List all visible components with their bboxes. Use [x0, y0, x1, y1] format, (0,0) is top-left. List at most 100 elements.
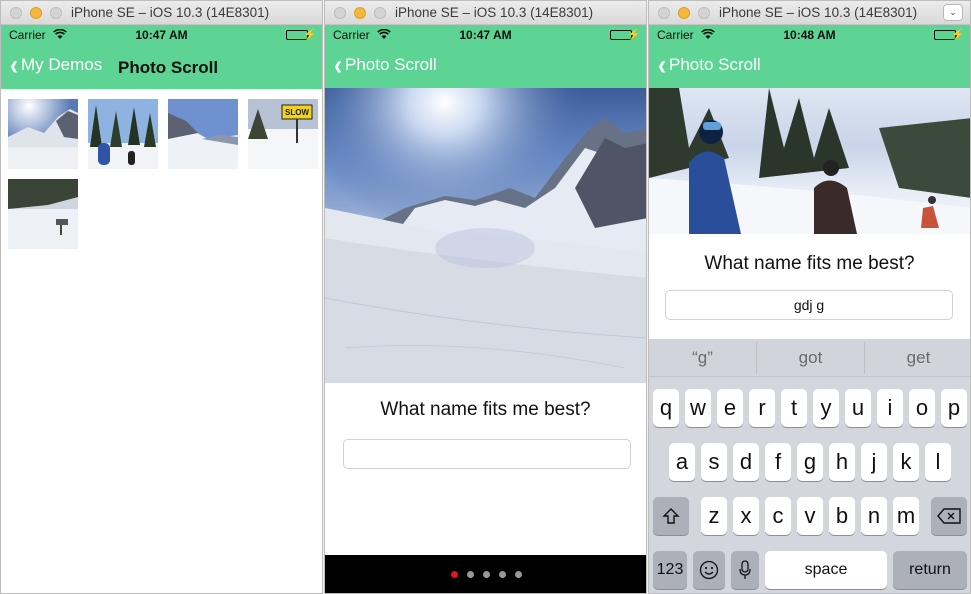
- page-dot[interactable]: [499, 571, 506, 578]
- chevron-left-icon: ‹: [334, 48, 342, 82]
- software-keyboard: “g” got get q w e r t y u i o p a s d f …: [649, 339, 970, 593]
- suggestion-get[interactable]: get: [865, 339, 970, 377]
- window-titlebar: iPhone SE – iOS 10.3 (14E8301): [1, 1, 322, 25]
- window-titlebar: iPhone SE – iOS 10.3 (14E8301): [325, 1, 646, 25]
- key-s[interactable]: s: [701, 443, 727, 481]
- page-dot-active[interactable]: [451, 571, 458, 578]
- back-button-label: Photo Scroll: [345, 55, 437, 74]
- zoom-window-button[interactable]: [50, 7, 62, 19]
- microphone-icon: [739, 560, 751, 579]
- name-input[interactable]: gdj g: [665, 290, 953, 320]
- simulator-window-photo-grid: iPhone SE – iOS 10.3 (14E8301) Carrier 1…: [0, 0, 323, 594]
- suggestion-quoted[interactable]: “g”: [649, 339, 756, 377]
- emoji-key[interactable]: [693, 551, 725, 589]
- close-window-button[interactable]: [10, 7, 22, 19]
- page-dot[interactable]: [483, 571, 490, 578]
- key-k[interactable]: k: [893, 443, 919, 481]
- key-b[interactable]: b: [829, 497, 855, 535]
- status-time: 10:48 AM: [783, 28, 836, 42]
- numbers-key[interactable]: 123: [653, 551, 687, 589]
- key-c[interactable]: c: [765, 497, 791, 535]
- key-o[interactable]: o: [909, 389, 935, 427]
- back-button[interactable]: ‹ My Demos: [10, 48, 103, 82]
- name-input[interactable]: [343, 439, 631, 469]
- status-time: 10:47 AM: [459, 28, 512, 42]
- key-t[interactable]: t: [781, 389, 807, 427]
- key-p[interactable]: p: [941, 389, 967, 427]
- simulator-window-photo-detail: iPhone SE – iOS 10.3 (14E8301) Carrier 1…: [324, 0, 647, 594]
- status-bar: Carrier 10:47 AM ⚡: [325, 28, 646, 42]
- page-control[interactable]: [325, 555, 646, 593]
- key-l[interactable]: l: [925, 443, 951, 481]
- key-h[interactable]: h: [829, 443, 855, 481]
- navigation-bar: Carrier 10:48 AM ⚡ ‹ Photo Scroll: [649, 25, 970, 89]
- key-j[interactable]: j: [861, 443, 887, 481]
- skiers-photo: [649, 88, 970, 234]
- key-r[interactable]: r: [749, 389, 775, 427]
- charging-bolt-icon: ⚡: [951, 29, 965, 41]
- predictive-bar: “g” got get: [649, 339, 970, 377]
- key-a[interactable]: a: [669, 443, 695, 481]
- page-dot[interactable]: [467, 571, 474, 578]
- space-key[interactable]: space: [765, 551, 887, 589]
- key-v[interactable]: v: [797, 497, 823, 535]
- key-f[interactable]: f: [765, 443, 791, 481]
- mountain-photo: [325, 88, 646, 383]
- charging-bolt-icon: ⚡: [303, 29, 317, 41]
- window-title: iPhone SE – iOS 10.3 (14E8301): [71, 5, 270, 20]
- photo-thumbnail[interactable]: [168, 99, 238, 169]
- photo-thumbnail[interactable]: SLOW: [248, 99, 318, 169]
- key-m[interactable]: m: [893, 497, 919, 535]
- minimize-window-button[interactable]: [354, 7, 366, 19]
- photo-thumbnail[interactable]: [8, 179, 78, 249]
- nav-title: Photo Scroll: [118, 58, 219, 77]
- close-window-button[interactable]: [658, 7, 670, 19]
- minimize-window-button[interactable]: [678, 7, 690, 19]
- zoom-window-button[interactable]: [374, 7, 386, 19]
- key-d[interactable]: d: [733, 443, 759, 481]
- key-w[interactable]: w: [685, 389, 711, 427]
- back-button[interactable]: ‹ Photo Scroll: [334, 48, 437, 82]
- status-bar: Carrier 10:48 AM ⚡: [649, 28, 970, 42]
- photo-thumbnail[interactable]: [8, 99, 78, 169]
- key-y[interactable]: y: [813, 389, 839, 427]
- key-g[interactable]: g: [797, 443, 823, 481]
- minimize-window-button[interactable]: [30, 7, 42, 19]
- chevron-down-icon[interactable]: ⌄: [943, 4, 963, 21]
- close-window-button[interactable]: [334, 7, 346, 19]
- question-label: What name fits me best?: [704, 253, 915, 274]
- chevron-left-icon: ‹: [10, 48, 18, 82]
- shift-key[interactable]: [653, 497, 689, 535]
- back-button-label: Photo Scroll: [669, 55, 761, 74]
- navigation-bar: Carrier 10:47 AM ⚡ ‹ Photo Scroll: [325, 25, 646, 89]
- return-key[interactable]: return: [893, 551, 967, 589]
- delete-key[interactable]: [931, 497, 967, 535]
- question-label: What name fits me best?: [380, 399, 591, 420]
- simulator-window-keyboard: iPhone SE – iOS 10.3 (14E8301) ⌄ Carrier…: [648, 0, 971, 594]
- shift-icon: [662, 508, 680, 524]
- zoom-window-button[interactable]: [698, 7, 710, 19]
- key-i[interactable]: i: [877, 389, 903, 427]
- key-n[interactable]: n: [861, 497, 887, 535]
- emoji-icon: [699, 560, 719, 580]
- window-title: iPhone SE – iOS 10.3 (14E8301): [719, 5, 918, 20]
- charging-bolt-icon: ⚡: [627, 29, 641, 41]
- back-button-label: My Demos: [21, 55, 103, 74]
- photo-thumbnail[interactable]: [88, 99, 158, 169]
- key-z[interactable]: z: [701, 497, 727, 535]
- slow-sign-text: SLOW: [285, 108, 309, 117]
- window-titlebar: iPhone SE – iOS 10.3 (14E8301) ⌄: [649, 1, 970, 25]
- dictation-key[interactable]: [731, 551, 759, 589]
- status-bar: Carrier 10:47 AM ⚡: [1, 28, 322, 42]
- key-e[interactable]: e: [717, 389, 743, 427]
- key-u[interactable]: u: [845, 389, 871, 427]
- back-button[interactable]: ‹ Photo Scroll: [658, 48, 761, 82]
- page-dot[interactable]: [515, 571, 522, 578]
- chevron-left-icon: ‹: [658, 48, 666, 82]
- navigation-bar: Carrier 10:47 AM ⚡ ‹ My Demos Photo Scro…: [1, 25, 322, 89]
- suggestion-got[interactable]: got: [757, 339, 864, 377]
- key-q[interactable]: q: [653, 389, 679, 427]
- window-title: iPhone SE – iOS 10.3 (14E8301): [395, 5, 594, 20]
- backspace-icon: [937, 508, 961, 524]
- key-x[interactable]: x: [733, 497, 759, 535]
